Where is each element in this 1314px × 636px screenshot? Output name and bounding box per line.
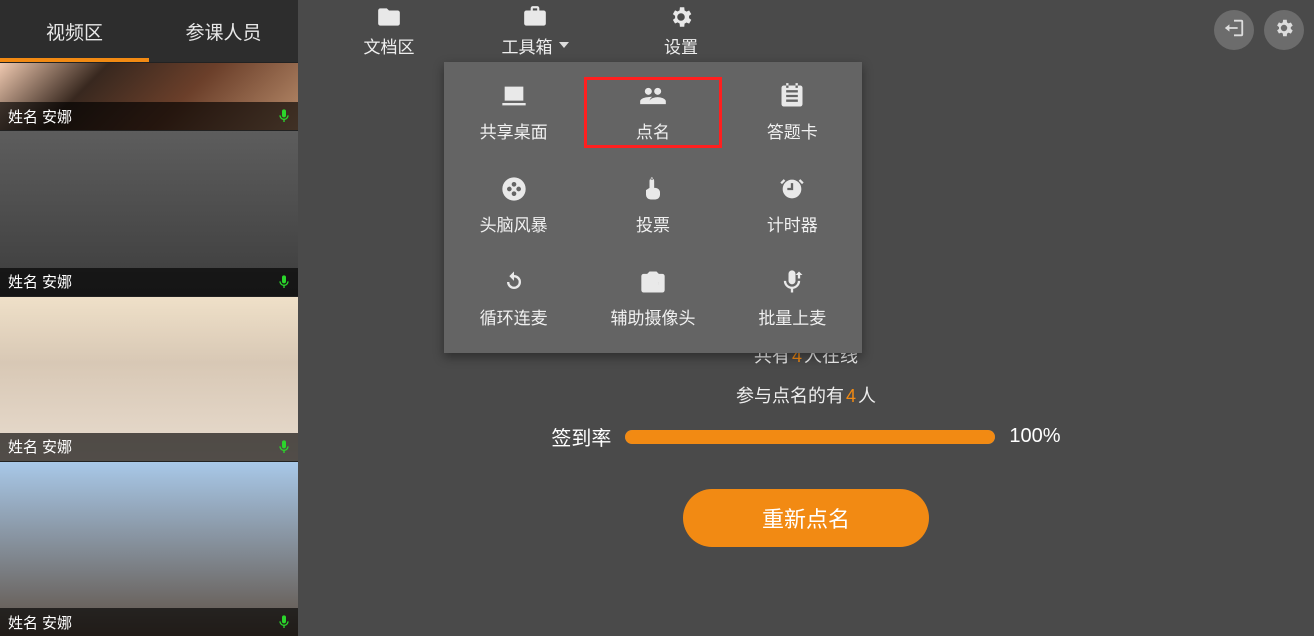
tool-label: 辅助摄像头: [610, 304, 695, 329]
rollcall-rate-label: 签到率: [551, 422, 611, 451]
topbar-item-toolbox[interactable]: 工具箱: [462, 0, 608, 62]
gear-icon: [1273, 17, 1295, 44]
video-list: 姓名 安娜 姓名 安娜 姓名: [0, 62, 298, 636]
gear-icon: [668, 5, 694, 29]
answer-card-icon: [778, 82, 806, 110]
video-name-label: 姓名: [8, 271, 38, 292]
tool-answer-card[interactable]: 答题卡: [723, 76, 862, 149]
video-overlay: 姓名 安娜: [0, 433, 298, 461]
tool-timer[interactable]: 计时器: [723, 169, 862, 242]
video-item[interactable]: 姓名 安娜: [0, 62, 298, 130]
camera-add-icon: [639, 268, 667, 296]
topbar: 文档区 工具箱 设置: [298, 0, 1314, 62]
mic-icon: [276, 106, 292, 126]
rollcall-rate-pct: 100%: [1009, 425, 1060, 448]
rc-joined-suffix: 人: [858, 386, 876, 406]
topbar-right-controls: [1214, 10, 1304, 50]
rollcall-progress-bar: [625, 430, 995, 444]
main-area: 文档区 工具箱 设置 共享桌面: [298, 0, 1314, 636]
exit-button[interactable]: [1214, 10, 1254, 50]
share-screen-icon: [500, 82, 528, 110]
rc-joined-count: 4: [846, 386, 856, 406]
video-name-label: 姓名: [8, 106, 38, 127]
rollcall-panel: 共有4人在线 参与点名的有4人 签到率 100% 重新点名: [496, 342, 1116, 547]
video-item[interactable]: 姓名 安娜: [0, 130, 298, 295]
mic-icon: [276, 612, 292, 632]
tool-rollcall[interactable]: 点名: [583, 76, 722, 149]
topbar-item-settings[interactable]: 设置: [608, 0, 754, 62]
video-name-value: 安娜: [42, 612, 72, 633]
tool-label: 答题卡: [767, 118, 818, 143]
group-icon: [639, 82, 667, 110]
video-item[interactable]: 姓名 安娜: [0, 296, 298, 461]
video-name-label: 姓名: [8, 436, 38, 457]
toolbox-panel: 共享桌面 点名 答题卡 头脑风暴 投票 计时器: [444, 62, 862, 353]
refresh-icon: [500, 268, 528, 296]
tool-label: 批量上麦: [758, 304, 826, 329]
tool-batch-mic[interactable]: 批量上麦: [723, 262, 862, 335]
tool-vote[interactable]: 投票: [583, 169, 722, 242]
tool-label: 点名: [636, 118, 670, 143]
alarm-icon: [778, 175, 806, 203]
mic-up-icon: [778, 268, 806, 296]
tool-cycle-mic[interactable]: 循环连麦: [444, 262, 583, 335]
rc-joined-prefix: 参与点名的有: [736, 386, 844, 406]
rollcall-joined-line: 参与点名的有4人: [736, 382, 876, 408]
video-item[interactable]: 姓名 安娜: [0, 461, 298, 636]
sidebar-tab-video[interactable]: 视频区: [0, 0, 149, 62]
topbar-item-docs[interactable]: 文档区: [316, 0, 462, 62]
video-name-value: 安娜: [42, 271, 72, 292]
rollcall-retry-button[interactable]: 重新点名: [683, 489, 929, 547]
tool-label: 投票: [636, 211, 670, 236]
film-reel-icon: [500, 175, 528, 203]
mic-icon: [276, 437, 292, 457]
video-name-value: 安娜: [42, 106, 72, 127]
sidebar-tabs: 视频区 参课人员: [0, 0, 298, 62]
briefcase-icon: [522, 5, 548, 29]
sidebar-tab-label: 参课人员: [185, 18, 261, 45]
topbar-item-label: 文档区: [364, 33, 415, 58]
rollcall-progress-fill: [625, 430, 995, 444]
tool-aux-camera[interactable]: 辅助摄像头: [583, 262, 722, 335]
tool-label: 循环连麦: [480, 304, 548, 329]
topbar-item-label: 设置: [664, 33, 698, 58]
exit-icon: [1223, 17, 1245, 44]
app-root: 视频区 参课人员 姓名 安娜 姓名 安娜: [0, 0, 1314, 636]
rollcall-progress-row: 签到率 100%: [496, 422, 1116, 451]
sidebar-tab-participants[interactable]: 参课人员: [149, 0, 298, 62]
mic-icon: [276, 272, 292, 292]
topbar-item-label-text: 工具箱: [502, 33, 553, 58]
video-overlay: 姓名 安娜: [0, 268, 298, 296]
video-overlay: 姓名 安娜: [0, 608, 298, 636]
folder-icon: [376, 5, 402, 29]
tool-brainstorm[interactable]: 头脑风暴: [444, 169, 583, 242]
tool-label: 头脑风暴: [480, 211, 548, 236]
sidebar: 视频区 参课人员 姓名 安娜 姓名 安娜: [0, 0, 298, 636]
sidebar-tab-label: 视频区: [46, 18, 103, 45]
tool-share-desktop[interactable]: 共享桌面: [444, 76, 583, 149]
topbar-item-label: 工具箱: [502, 33, 569, 58]
touch-icon: [639, 175, 667, 203]
video-name-value: 安娜: [42, 436, 72, 457]
tool-label: 计时器: [767, 211, 818, 236]
settings-button[interactable]: [1264, 10, 1304, 50]
video-name-label: 姓名: [8, 612, 38, 633]
tool-label: 共享桌面: [480, 118, 548, 143]
chevron-down-icon: [559, 42, 569, 48]
video-overlay: 姓名 安娜: [0, 102, 298, 130]
